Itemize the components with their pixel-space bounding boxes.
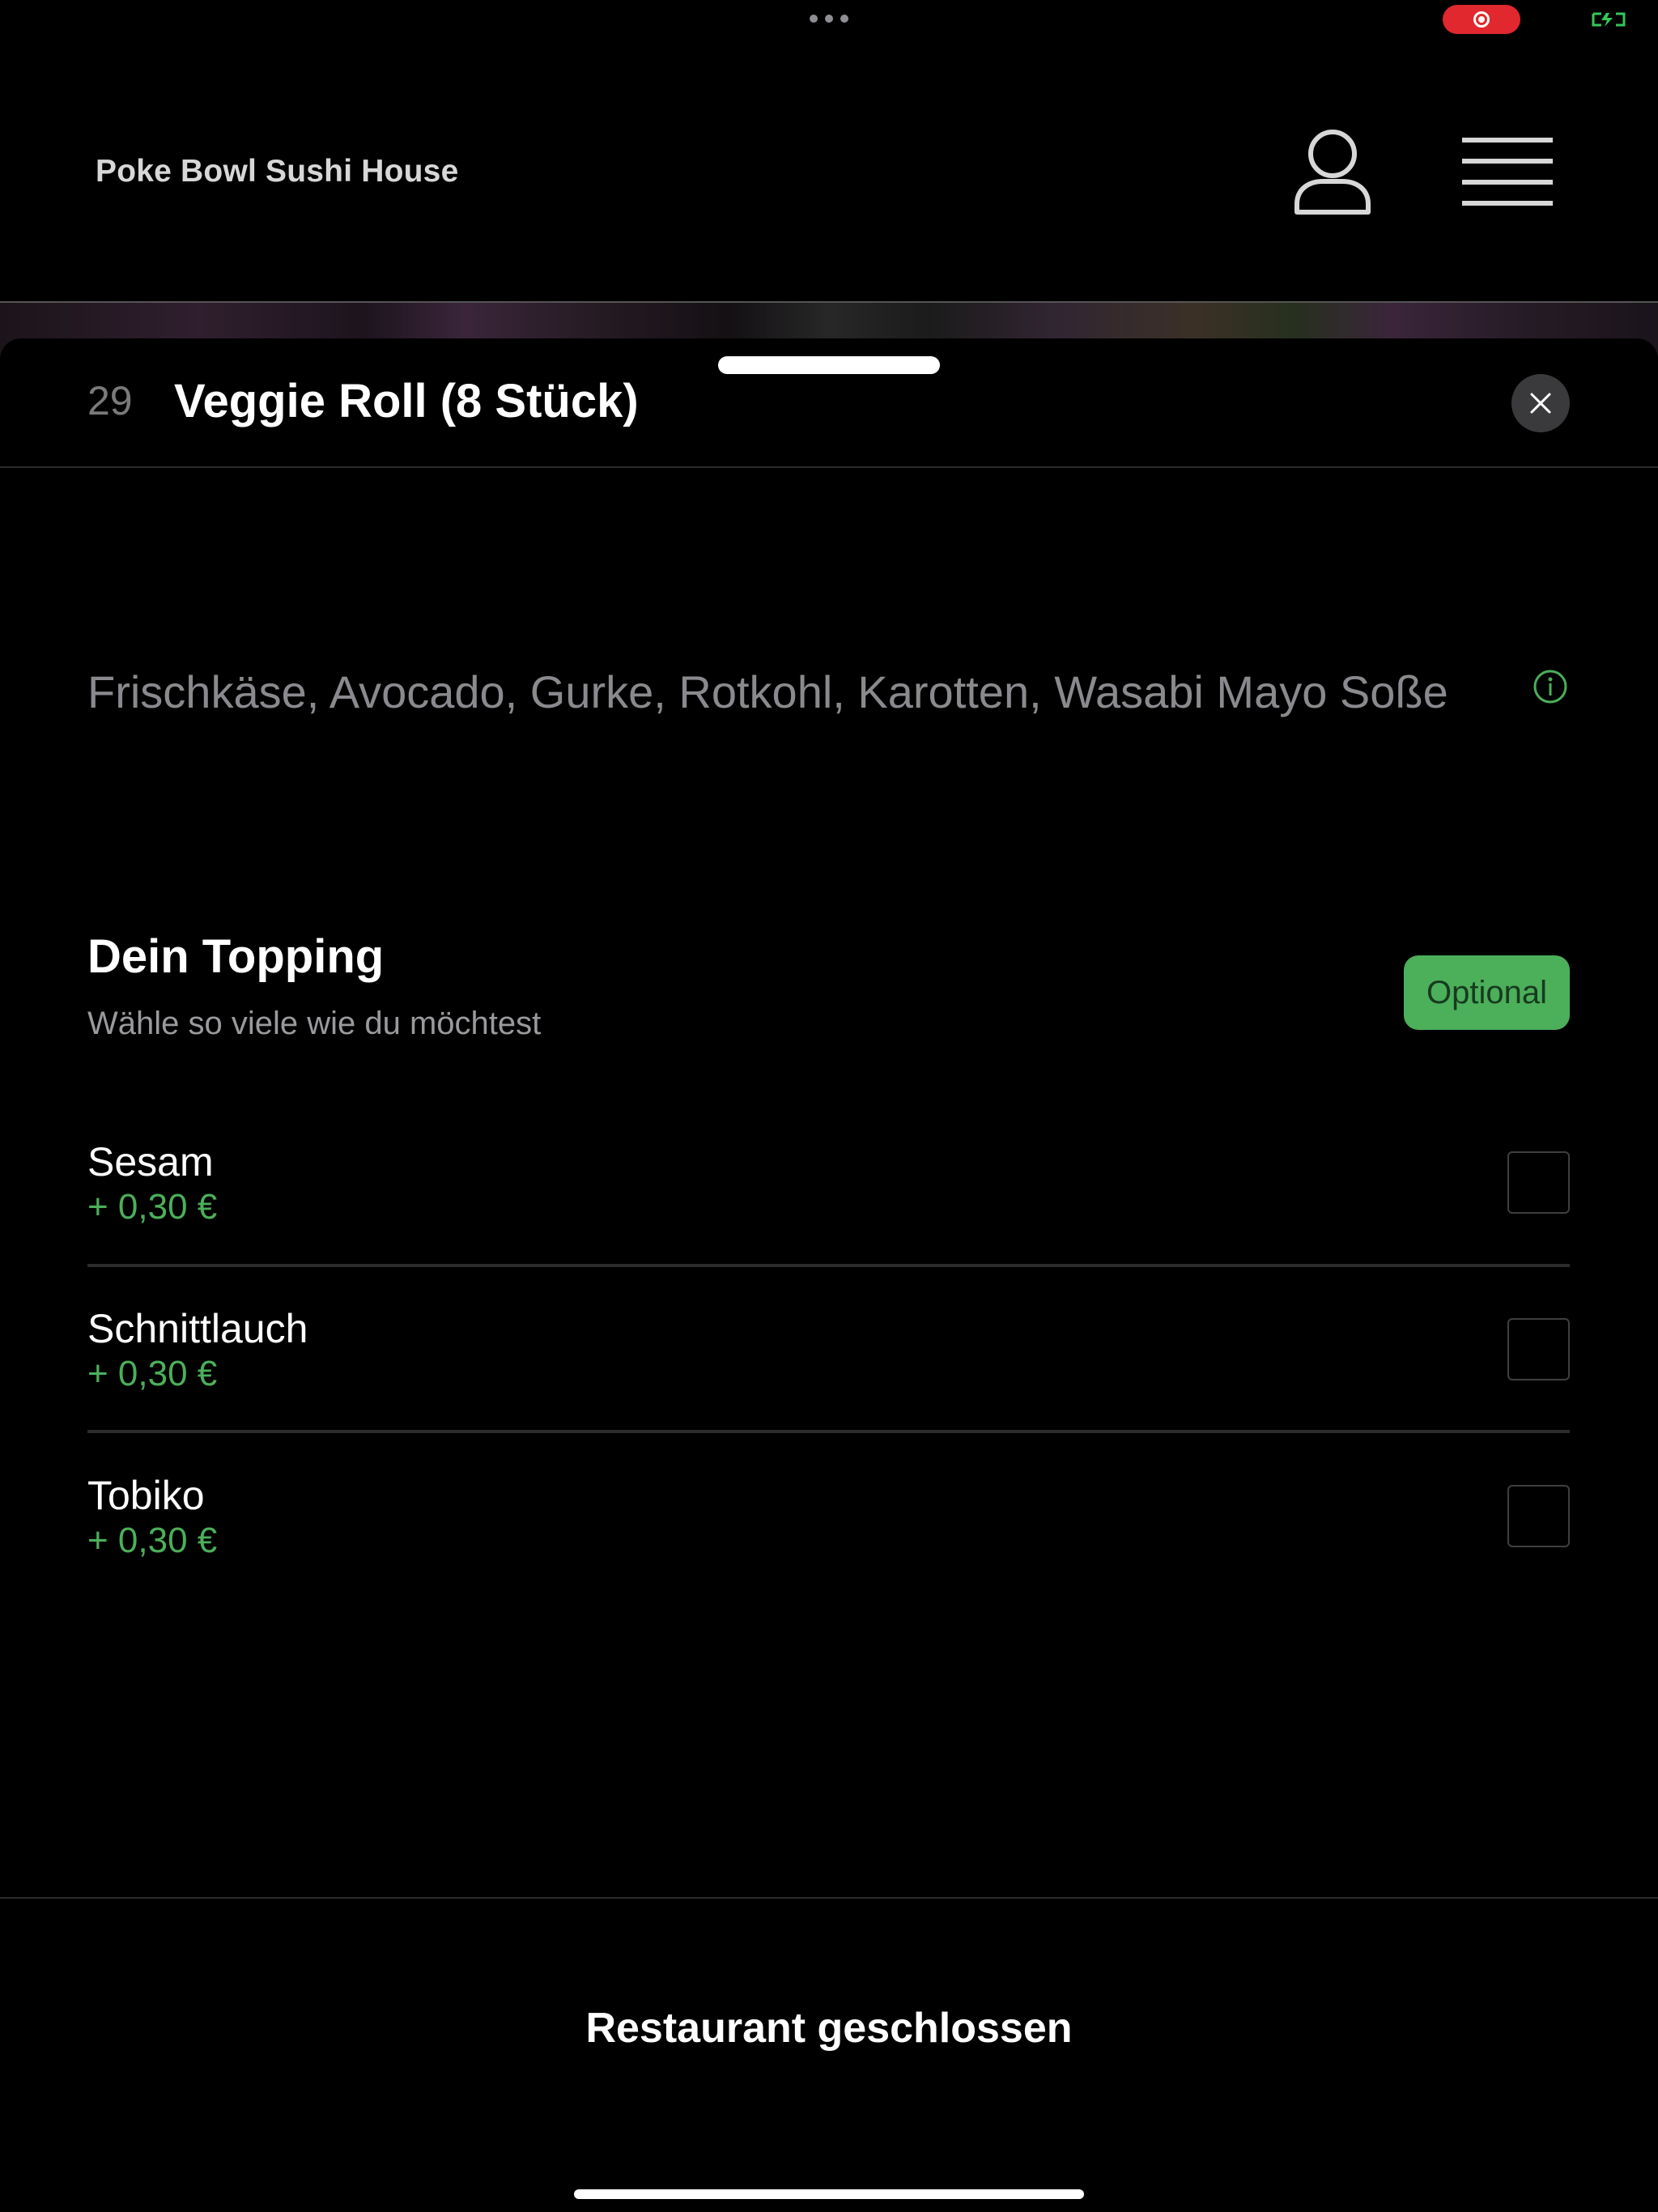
home-indicator[interactable] xyxy=(574,2189,1084,2199)
item-number: 29 xyxy=(87,378,133,423)
screen-recording-icon[interactable] xyxy=(1443,5,1520,34)
restaurant-status: Restaurant geschlossen xyxy=(585,2005,1073,2052)
battery-charging-icon xyxy=(1592,12,1626,27)
topping-option-schnittlauch[interactable]: Schnittlauch + 0,30 € xyxy=(87,1305,1570,1472)
option-checkbox[interactable] xyxy=(1507,1151,1570,1214)
restaurant-name[interactable]: Poke Bowl Sushi House xyxy=(96,154,458,189)
option-divider xyxy=(87,1430,1570,1433)
user-icon[interactable] xyxy=(1292,126,1373,217)
option-name: Sesam xyxy=(87,1139,214,1185)
close-icon xyxy=(1530,393,1551,414)
option-checkbox[interactable] xyxy=(1507,1318,1570,1380)
multitasking-dots-icon[interactable] xyxy=(810,13,848,24)
header-divider xyxy=(0,301,1658,303)
hamburger-menu-icon[interactable] xyxy=(1462,134,1553,207)
option-name: Tobiko xyxy=(87,1473,205,1518)
option-checkbox[interactable] xyxy=(1507,1485,1570,1547)
option-price: + 0,30 € xyxy=(87,1521,218,1560)
topping-section-title: Dein Topping xyxy=(87,930,385,983)
optional-badge: Optional xyxy=(1404,955,1570,1030)
item-title: Veggie Roll (8 Stück) xyxy=(174,375,639,428)
option-price: + 0,30 € xyxy=(87,1187,218,1227)
topping-option-sesam[interactable]: Sesam + 0,30 € xyxy=(87,1138,1570,1305)
item-description: Frischkäse, Avocado, Gurke, Rotkohl, Kar… xyxy=(87,666,1448,717)
option-name: Schnittlauch xyxy=(87,1306,308,1351)
option-divider xyxy=(87,1264,1570,1267)
sheet-header-divider xyxy=(0,466,1658,468)
topping-section-subtitle: Wähle so viele wie du möchtest xyxy=(87,1006,542,1041)
sheet-grabber[interactable] xyxy=(718,356,940,374)
topping-option-tobiko[interactable]: Tobiko + 0,30 € xyxy=(87,1472,1570,1639)
close-button[interactable] xyxy=(1511,374,1570,432)
option-price: + 0,30 € xyxy=(87,1354,218,1393)
footer-divider xyxy=(0,1897,1658,1899)
info-icon[interactable] xyxy=(1533,669,1568,704)
